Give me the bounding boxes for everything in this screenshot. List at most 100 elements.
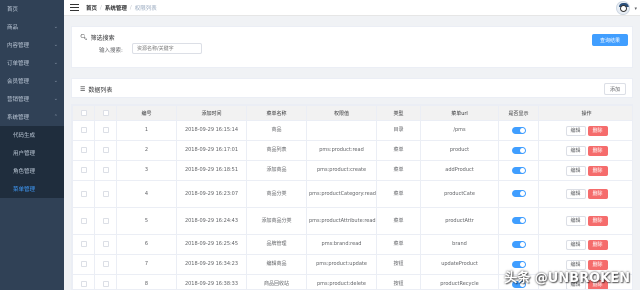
cell-url: /pms [420,120,499,141]
table-row: 3 2018-09-29 16:18:51 添加商品 pms:product:crea… [72,160,632,181]
column-header: 是否显示 [498,105,539,121]
delete-button[interactable]: 删除 [587,165,608,176]
cell-permission: pms:product:create [306,160,377,181]
visible-toggle[interactable] [511,190,526,198]
edit-button[interactable]: 编辑 [565,216,586,226]
table-body: 1 2018-09-29 16:15:14 商品 目录/pms 编辑 删除 2 2018-09… [72,120,632,289]
column-header: 操作 [538,105,632,121]
avatar[interactable] [616,1,630,15]
cell-url: updateProduct [420,254,499,275]
sidebar-item-label: 商品 [7,25,19,31]
sidebar-item-order[interactable]: 订单管理 ⌄ [0,54,64,72]
search-icon: 🔍︎ [80,34,88,41]
delete-button[interactable]: 删除 [587,189,608,199]
hamburger-icon[interactable] [70,4,79,11]
row-checkbox[interactable] [72,274,95,289]
cell-permission [306,120,377,141]
submenu-item-roles[interactable]: 角色管理 [0,162,64,180]
row-checkbox[interactable] [94,120,117,141]
cell-id: 8 [116,274,177,289]
query-button[interactable]: 查询结果 [592,34,628,46]
row-checkbox[interactable] [72,120,95,141]
list-title-text: 数据列表 [88,87,113,94]
edit-button[interactable]: 编辑 [565,189,586,199]
table-row: 5 2018-09-29 16:24:43 添加商品分类 pms:productAtt… [72,207,632,235]
table-row: 2 2018-09-29 16:17:01 商品列表 pms:product:read… [72,140,632,161]
submenu-item-codegen[interactable]: 代码生成 [0,126,64,144]
submenu-item-label: 代码生成 [13,133,36,139]
filter-card: 🔍︎ 筛选搜索 输入搜索: 查询结果 [71,26,633,68]
delete-button[interactable]: 删除 [587,125,608,136]
select-all-checkbox[interactable] [94,105,117,121]
top-navbar: 首页 / 系统管理 / 权限列表 ▾ [64,0,640,16]
sidebar-item-home[interactable]: 首页 [0,0,64,18]
chevron-down-icon: ⌄ [53,96,58,102]
row-checkbox[interactable] [94,274,117,289]
sidebar-item-product[interactable]: 商品 ⌄ [0,18,64,36]
cell-type: 按钮 [376,274,421,289]
row-checkbox[interactable] [72,207,95,235]
row-checkbox[interactable] [94,254,117,275]
breadcrumb-home[interactable]: 首页 [86,4,97,12]
sidebar: 首页 商品 ⌄ 内容管理 ⌄ 订单管理 ⌄ 会员管理 ⌄ 营销管理 ⌄ 系统管理 ⌃ 代码生… [0,0,64,290]
sidebar-item-system[interactable]: 系统管理 ⌃ [0,108,64,126]
visible-toggle[interactable] [511,166,526,174]
row-checkbox[interactable] [94,160,117,181]
edit-button[interactable]: 编辑 [565,125,586,136]
row-checkbox[interactable] [72,234,95,255]
cell-name: 添加商品分类 [246,207,307,235]
row-checkbox[interactable] [72,140,95,161]
visible-toggle[interactable] [511,240,526,248]
sidebar-item-label: 营销管理 [7,97,30,103]
cell-time: 2018-09-29 16:17:01 [176,140,247,161]
cell-name: 商品分类 [246,180,307,208]
cell-url: productAttr [420,207,499,235]
breadcrumb-separator: / [129,4,132,11]
row-checkbox[interactable] [94,207,117,235]
row-checkbox[interactable] [94,234,117,255]
sidebar-item-label: 会员管理 [7,79,30,85]
cell-visible [498,234,539,255]
breadcrumb-system[interactable]: 系统管理 [105,4,127,12]
cell-name: 编辑商品 [246,254,307,275]
cell-actions: 编辑 删除 [538,160,632,181]
table-header-row: 编号 添加时间 菜单名称 权限值 类型 菜单url 是否显示 操作 [72,105,632,121]
select-all-checkbox[interactable] [72,105,95,121]
delete-button[interactable]: 删除 [587,145,608,156]
column-header: 菜单名称 [246,105,307,121]
add-button[interactable]: 添加 [604,83,626,95]
submenu-item-users[interactable]: 用户管理 [0,144,64,162]
row-checkbox[interactable] [94,140,117,161]
edit-button[interactable]: 编辑 [565,145,586,156]
row-checkbox[interactable] [72,254,95,275]
visible-toggle[interactable] [511,146,526,154]
caret-down-icon[interactable]: ▾ [634,6,637,12]
cell-name: 添加商品 [246,160,307,181]
delete-button[interactable]: 删除 [587,239,608,250]
chevron-down-icon: ⌄ [53,24,58,30]
cell-permission: pms:product:read [306,140,377,161]
visible-toggle[interactable] [511,217,526,225]
sidebar-item-member[interactable]: 会员管理 ⌄ [0,72,64,90]
edit-button[interactable]: 编辑 [565,165,586,176]
chevron-down-icon: ⌄ [53,60,58,66]
row-checkbox[interactable] [72,180,95,208]
sidebar-item-content[interactable]: 内容管理 ⌄ [0,36,64,54]
search-input[interactable] [132,43,202,54]
cell-permission: pms:productCategory:read [306,180,377,208]
cell-id: 3 [116,160,177,181]
row-checkbox[interactable] [72,160,95,181]
cell-actions: 编辑 删除 [538,234,632,255]
row-checkbox[interactable] [94,180,117,208]
cell-type: 菜单 [376,234,421,255]
cell-permission: pms:product:delete [306,274,377,289]
cell-actions: 编辑 删除 [538,180,632,208]
filter-title-text: 筛选搜索 [90,35,115,42]
submenu-item-menus[interactable]: 菜单管理 [0,180,64,198]
delete-button[interactable]: 删除 [587,216,608,226]
sidebar-item-marketing[interactable]: 营销管理 ⌄ [0,90,64,108]
cell-name: 商品 [246,120,307,141]
visible-toggle[interactable] [511,126,526,134]
cell-name: 商品列表 [246,140,307,161]
edit-button[interactable]: 编辑 [565,239,586,250]
